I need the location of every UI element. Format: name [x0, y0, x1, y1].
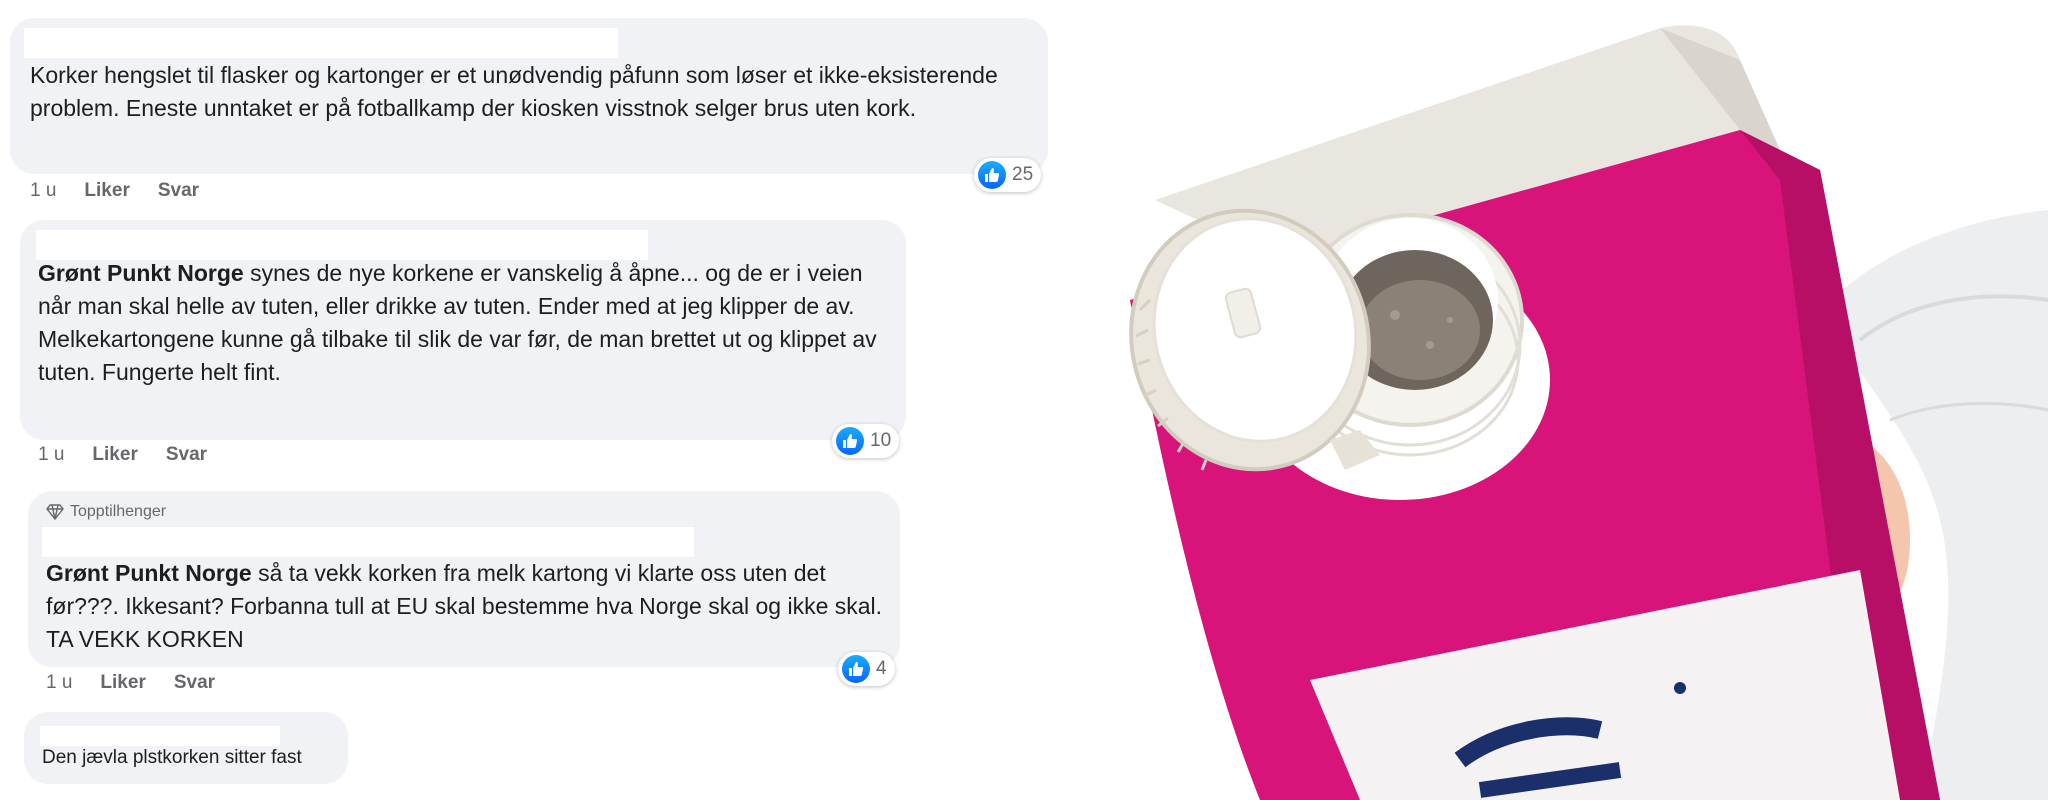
- comment-thread: Korker hengslet til flasker og kartonger…: [0, 0, 1060, 800]
- like-button[interactable]: Liker: [92, 444, 137, 466]
- reply-button[interactable]: Svar: [166, 444, 207, 466]
- comment-bubble: Grønt Punkt Norge synes de nye korkene e…: [20, 220, 906, 440]
- thumbs-up-icon: [836, 427, 864, 455]
- reply-button[interactable]: Svar: [174, 672, 215, 694]
- mention-tag[interactable]: Grønt Punkt Norge: [38, 260, 244, 286]
- reaction-counter[interactable]: 25: [974, 158, 1042, 192]
- comment-timestamp[interactable]: 1 u: [30, 180, 56, 202]
- comment-timestamp[interactable]: 1 u: [38, 444, 64, 466]
- reaction-count: 4: [876, 658, 887, 679]
- comment-body-2: Melkekartongene kunne gå tilbake til sli…: [38, 326, 877, 385]
- mention-tag[interactable]: Grønt Punkt Norge: [46, 560, 252, 586]
- reaction-counter[interactable]: 10: [832, 424, 900, 458]
- comment-text: Grønt Punkt Norge synes de nye korkene e…: [38, 257, 898, 389]
- reaction-count: 25: [1012, 164, 1034, 185]
- comment-actions: 1 u Liker Svar: [30, 180, 199, 202]
- comment-text: Korker hengslet til flasker og kartonger…: [30, 62, 998, 121]
- redacted-author: [36, 230, 648, 260]
- photo-milk-carton: [1060, 0, 2048, 800]
- comment-text: Den jævla plstkorken sitter fast: [42, 747, 302, 768]
- redacted-author: [24, 28, 618, 58]
- thumbs-up-icon: [978, 161, 1006, 189]
- thumbs-up-icon: [842, 655, 870, 683]
- reaction-count: 10: [870, 430, 892, 451]
- comment-text: Grønt Punkt Norge så ta vekk korken fra …: [46, 557, 896, 656]
- redacted-author: [42, 527, 694, 557]
- reply-button[interactable]: Svar: [158, 180, 199, 202]
- carton-illustration: [1129, 25, 2048, 800]
- comment-actions: 1 u Liker Svar: [46, 672, 215, 694]
- top-fan-badge: Topptilhenger: [46, 503, 166, 521]
- like-button[interactable]: Liker: [84, 180, 129, 202]
- comment-bubble: Den jævla plstkorken sitter fast: [24, 712, 348, 784]
- reaction-counter[interactable]: 4: [838, 652, 895, 686]
- badge-label: Topptilhenger: [70, 503, 167, 520]
- redacted-author: [40, 726, 280, 746]
- comment-bubble: Korker hengslet til flasker og kartonger…: [10, 18, 1048, 174]
- comment-bubble: Topptilhenger Grønt Punkt Norge så ta ve…: [28, 491, 900, 667]
- comment-actions: 1 u Liker Svar: [38, 444, 207, 466]
- like-button[interactable]: Liker: [100, 672, 145, 694]
- diamond-icon: [46, 504, 64, 520]
- comment-timestamp[interactable]: 1 u: [46, 672, 72, 694]
